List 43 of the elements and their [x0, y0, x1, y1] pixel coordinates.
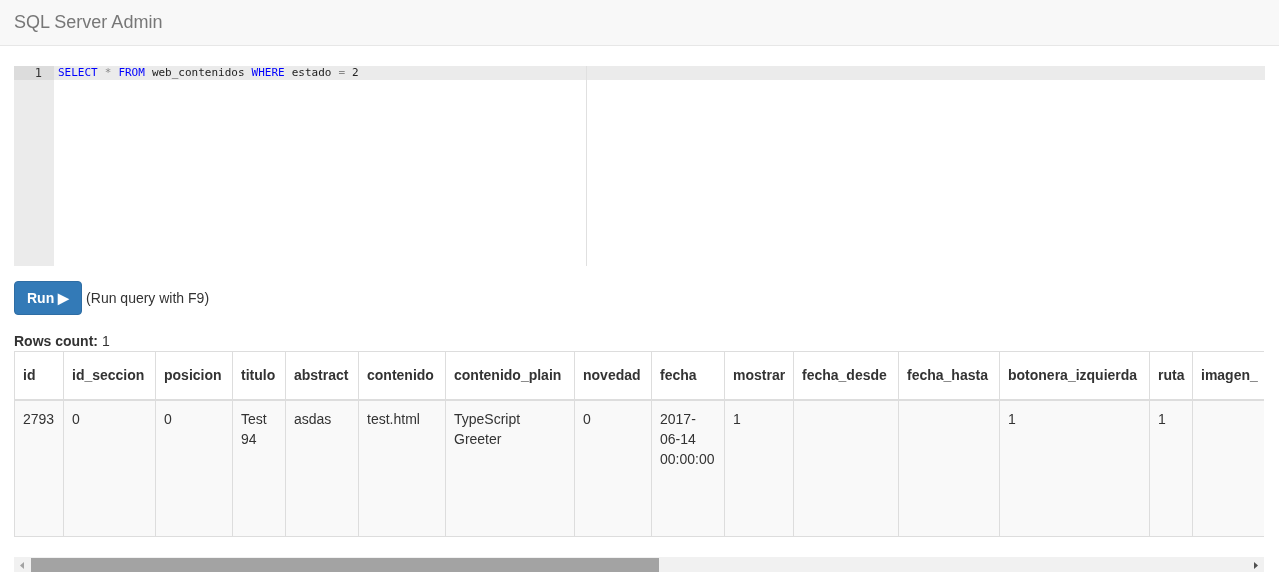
- table-cell: 1: [999, 399, 1150, 537]
- table-cell: Test 94: [232, 399, 286, 537]
- sql-operator: *: [104, 66, 112, 80]
- table-cell: 0: [155, 399, 233, 537]
- sql-identifier: 2: [352, 66, 359, 80]
- run-button[interactable]: Run ▶: [14, 281, 83, 315]
- column-header: abstract: [285, 351, 359, 400]
- table-cell: TypeScript Greeter: [445, 399, 575, 537]
- code-editor[interactable]: 1 SELECT * FROM web_contenidos WHERE estado = 2: [14, 66, 1265, 266]
- table-cell: 2793: [14, 399, 64, 537]
- column-header: fecha_desde: [793, 351, 899, 400]
- sql-keyword: WHERE: [251, 66, 285, 80]
- column-header: titulo: [232, 351, 286, 400]
- table-cell: 0: [63, 399, 156, 537]
- column-header: contenido: [358, 351, 446, 400]
- sql-operator: =: [338, 66, 346, 80]
- column-header: botonera_izquierda: [999, 351, 1150, 400]
- line-number: 1: [14, 66, 54, 80]
- column-header: contenido_plain: [445, 351, 575, 400]
- column-header: posicion: [155, 351, 233, 400]
- table-cell: test.html: [358, 399, 446, 537]
- horizontal-scrollbar[interactable]: [14, 557, 1264, 572]
- column-header: id_seccion: [63, 351, 156, 400]
- column-header: fecha: [651, 351, 725, 400]
- run-hint: (Run query with F9): [86, 288, 210, 308]
- rows-count: Rows count: 1: [14, 332, 111, 351]
- sql-keyword: FROM: [118, 66, 145, 80]
- table-cell: 1: [724, 399, 794, 537]
- column-header: id: [14, 351, 64, 400]
- table-cell: 2017-06-14 00:00:00: [651, 399, 725, 537]
- column-header: imagen_: [1192, 351, 1264, 400]
- table-cell: asdas: [285, 399, 359, 537]
- table-cell: 0: [574, 399, 652, 537]
- column-header: fecha_hasta: [898, 351, 1000, 400]
- sql-identifier: web_contenidos: [151, 66, 245, 80]
- column-header: novedad: [574, 351, 652, 400]
- sql-identifier: estado: [291, 66, 332, 80]
- scrollbar-thumb[interactable]: [31, 558, 659, 572]
- app-title[interactable]: SQL Server Admin: [14, 9, 163, 36]
- sql-keyword: SELECT: [58, 66, 98, 80]
- column-header: ruta: [1149, 351, 1193, 400]
- column-header: mostrar: [724, 351, 794, 400]
- table-cell: 1: [1149, 399, 1193, 537]
